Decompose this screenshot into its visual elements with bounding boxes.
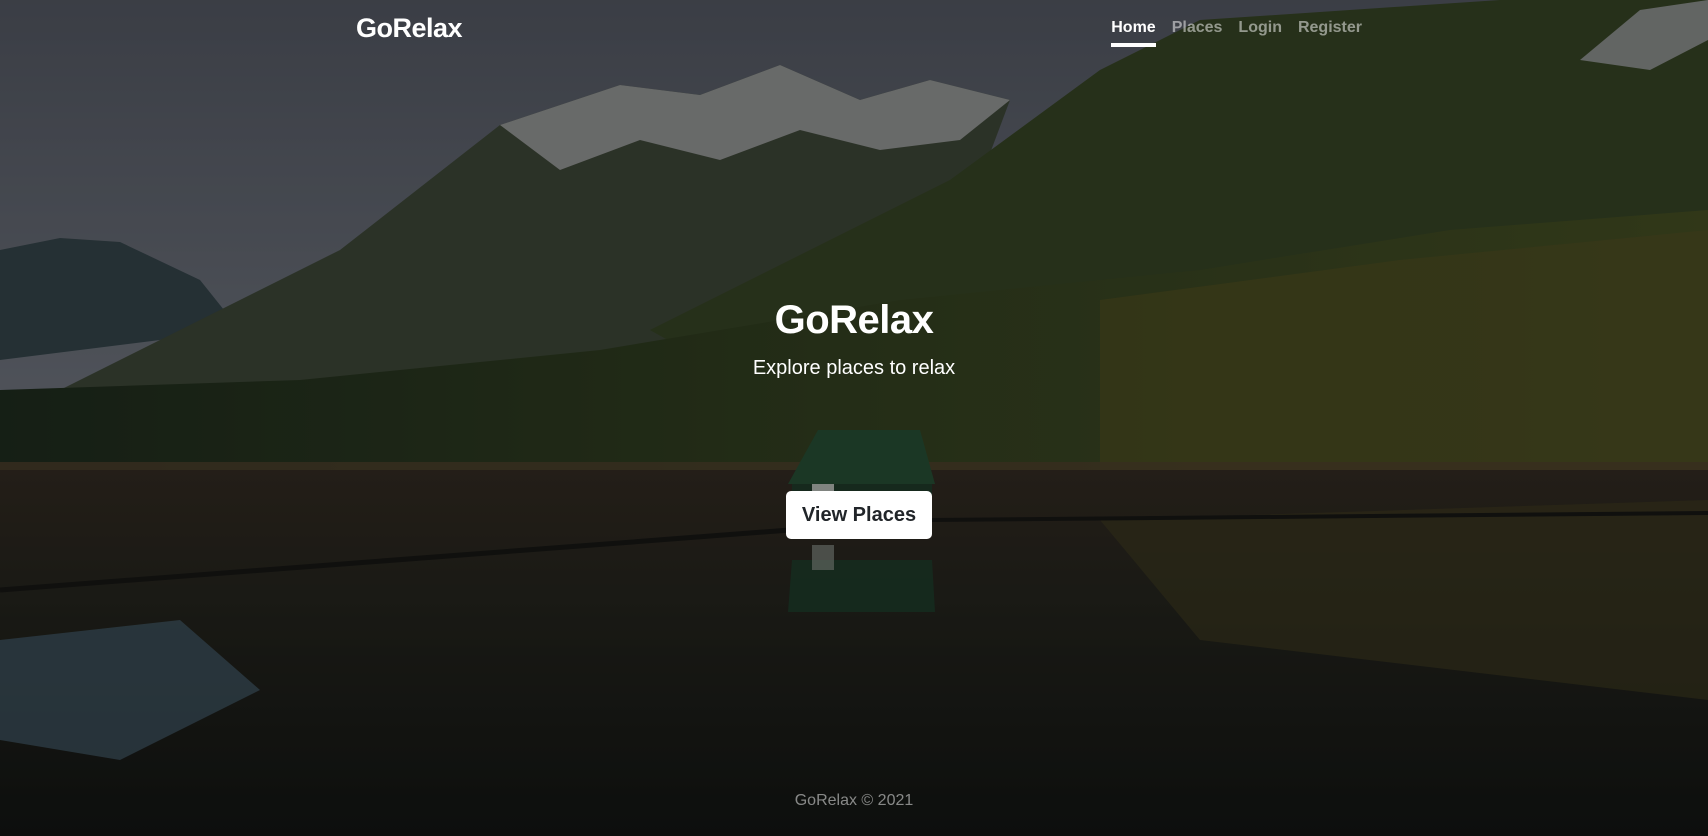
nav-link-login[interactable]: Login bbox=[1238, 19, 1282, 47]
nav-link-register[interactable]: Register bbox=[1298, 19, 1362, 47]
footer-copyright: GoRelax © 2021 bbox=[794, 792, 914, 809]
main-nav: Home Places Login Register bbox=[1111, 9, 1362, 47]
top-navbar: GoRelax Home Places Login Register bbox=[356, 0, 1362, 56]
hero-section: GoRelax Explore places to relax bbox=[0, 298, 1708, 380]
dark-overlay bbox=[0, 0, 1708, 836]
brand-logo[interactable]: GoRelax bbox=[356, 13, 463, 44]
view-places-button[interactable]: View Places bbox=[786, 491, 932, 539]
nav-link-places[interactable]: Places bbox=[1172, 19, 1223, 47]
hero-title: GoRelax bbox=[774, 298, 934, 342]
hero-subtitle: Explore places to relax bbox=[752, 357, 956, 379]
landing-page: GoRelax Home Places Login Register GoRel… bbox=[0, 0, 1708, 836]
nav-link-home[interactable]: Home bbox=[1111, 19, 1156, 47]
